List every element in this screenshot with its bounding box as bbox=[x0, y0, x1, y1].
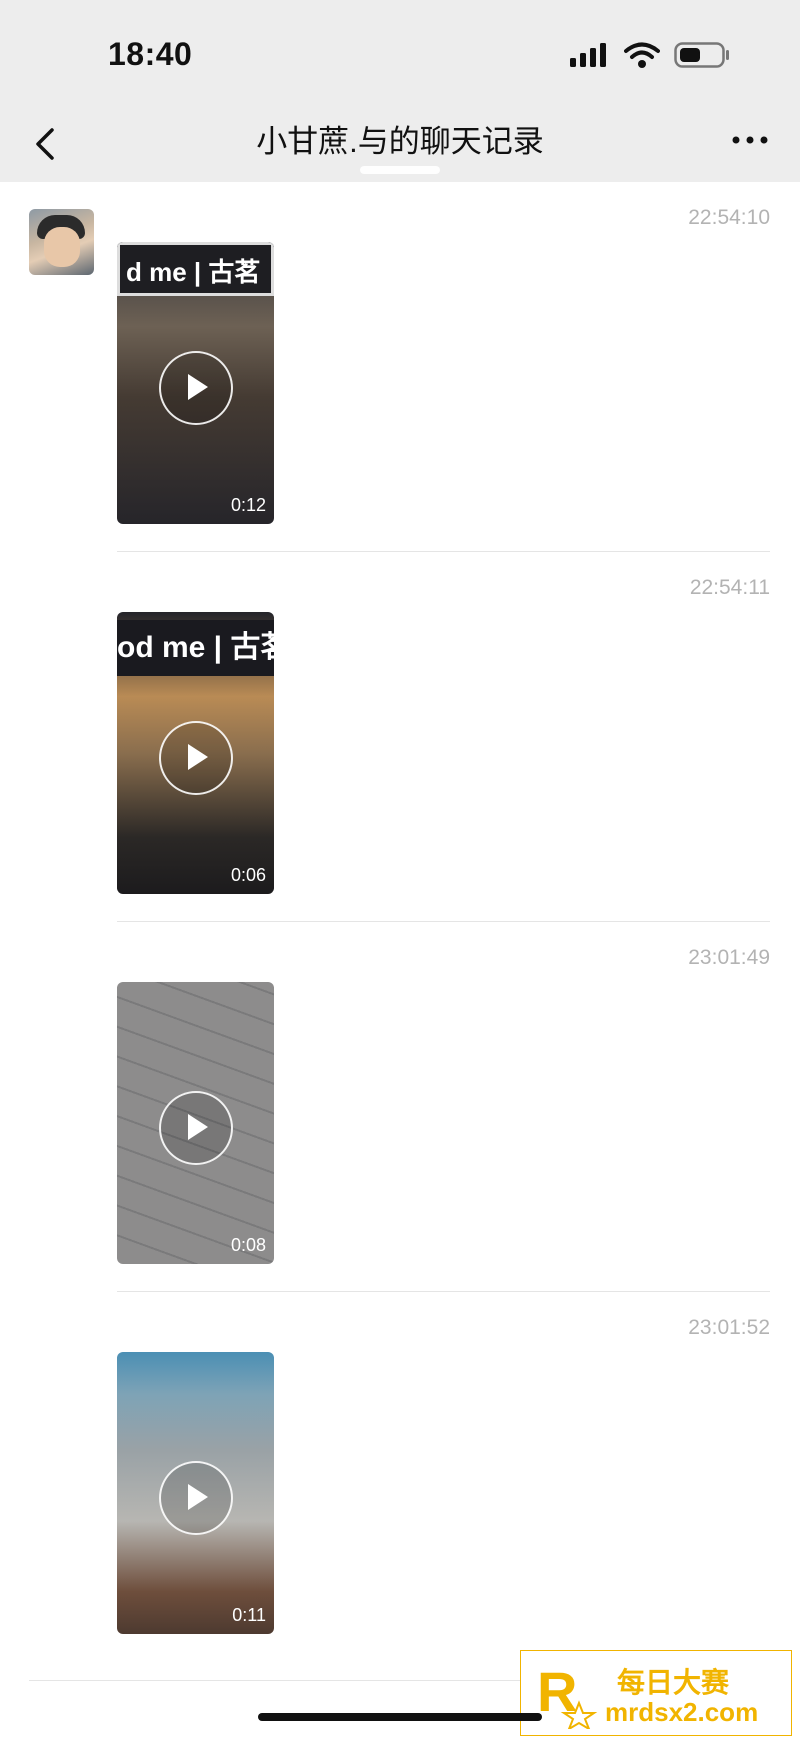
battery-icon bbox=[674, 42, 729, 68]
status-bar: 18:40 bbox=[0, 0, 800, 104]
page-title: 小甘蔗.与的聊天记录 bbox=[256, 124, 544, 159]
shop-sign: d me | 古茗 bbox=[117, 242, 274, 296]
avatar[interactable] bbox=[29, 209, 94, 275]
video-thumbnail[interactable]: od me | 古茗 0:06 bbox=[117, 612, 274, 894]
video-duration: 0:06 bbox=[230, 865, 266, 885]
wifi-icon bbox=[624, 42, 660, 68]
watermark-url: mrdsx2.com bbox=[605, 1697, 759, 1727]
play-icon[interactable] bbox=[159, 351, 233, 425]
pull-indicator bbox=[360, 166, 440, 174]
play-icon[interactable] bbox=[159, 1091, 233, 1165]
status-time: 18:40 bbox=[108, 36, 193, 72]
divider bbox=[117, 551, 770, 552]
video-duration: 0:11 bbox=[232, 1605, 266, 1625]
video-duration: 0:12 bbox=[230, 495, 266, 515]
play-icon[interactable] bbox=[159, 721, 233, 795]
video-duration: 0:08 bbox=[230, 1235, 266, 1255]
divider bbox=[117, 1291, 770, 1292]
message-timestamp: 23:01:49 bbox=[688, 946, 770, 969]
watermark-title: 每日大赛 bbox=[617, 1667, 730, 1698]
status-icons bbox=[570, 42, 730, 68]
play-icon[interactable] bbox=[159, 1461, 233, 1535]
cellular-signal-icon bbox=[570, 43, 606, 67]
video-thumbnail[interactable]: 0:11 bbox=[117, 1352, 274, 1634]
video-thumbnail[interactable]: 0:08 bbox=[117, 982, 274, 1264]
more-options-icon[interactable] bbox=[730, 130, 770, 150]
message-timestamp: 22:54:11 bbox=[689, 576, 770, 599]
message-timestamp: 23:01:52 bbox=[688, 1316, 770, 1339]
watermark: R 每日大赛 mrdsx2.com bbox=[520, 1650, 792, 1736]
home-indicator bbox=[258, 1713, 542, 1721]
divider bbox=[117, 921, 770, 922]
shop-sign: od me | 古茗 bbox=[117, 620, 274, 676]
message-timestamp: 22:54:10 bbox=[688, 206, 770, 229]
video-thumbnail[interactable]: d me | 古茗 0:12 bbox=[117, 242, 274, 524]
